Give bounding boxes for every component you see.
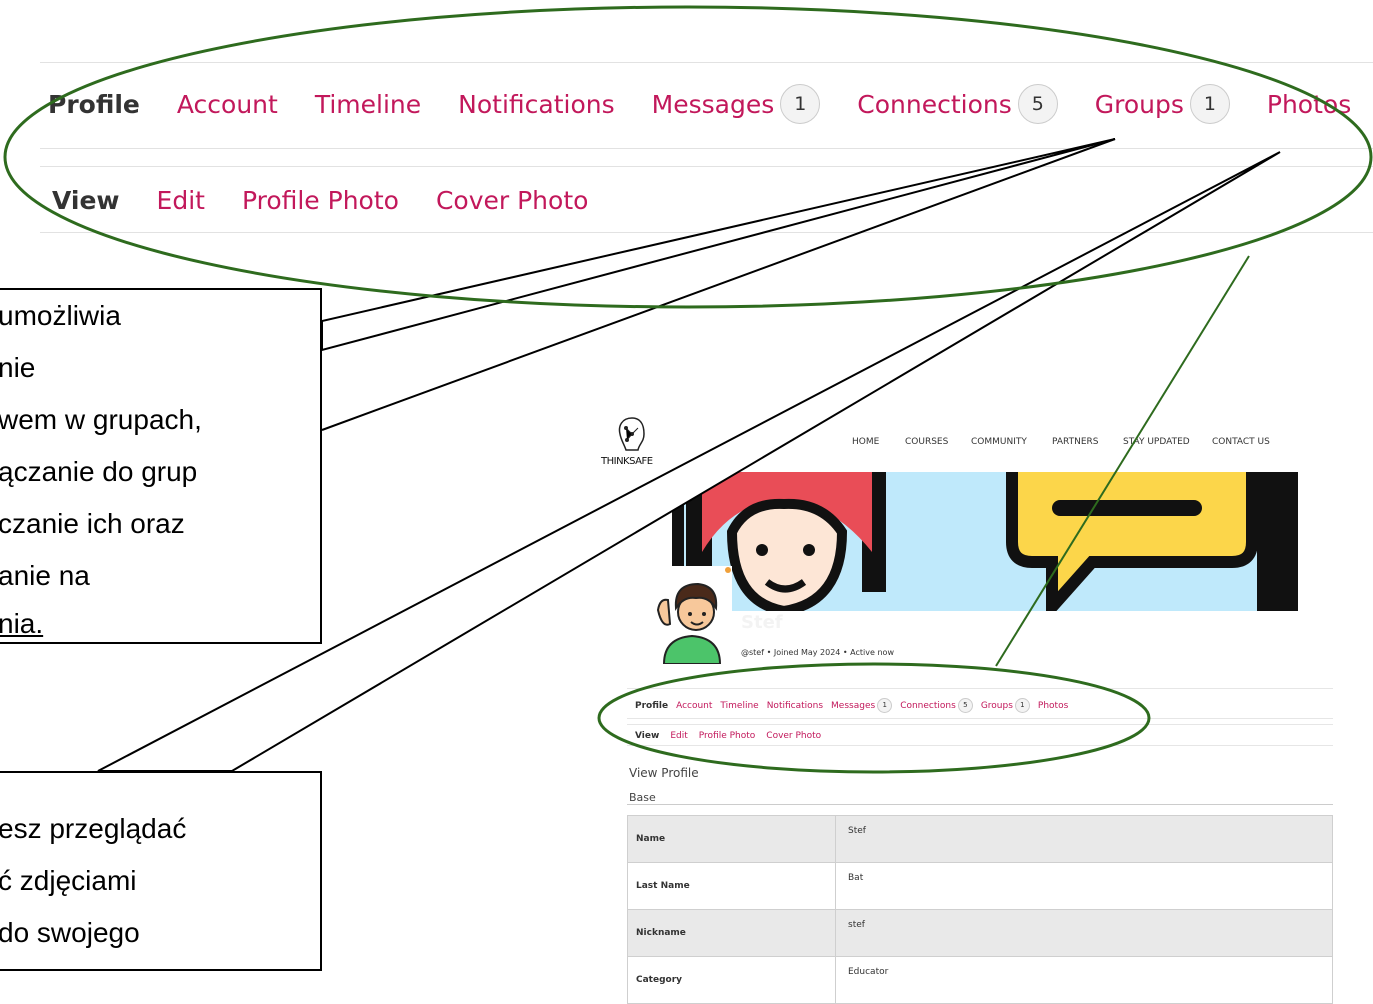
annotation-overlay: [3, 5, 1373, 774]
highlight-ellipse: [3, 5, 1373, 309]
highlight-ellipse: [597, 662, 1151, 774]
table-row: Category Educator: [627, 956, 1333, 1004]
callout-pointer: [321, 138, 1116, 431]
field-value: Educator: [835, 956, 1333, 1004]
connector-line: [995, 255, 1250, 667]
field-label: Category: [627, 956, 836, 1004]
